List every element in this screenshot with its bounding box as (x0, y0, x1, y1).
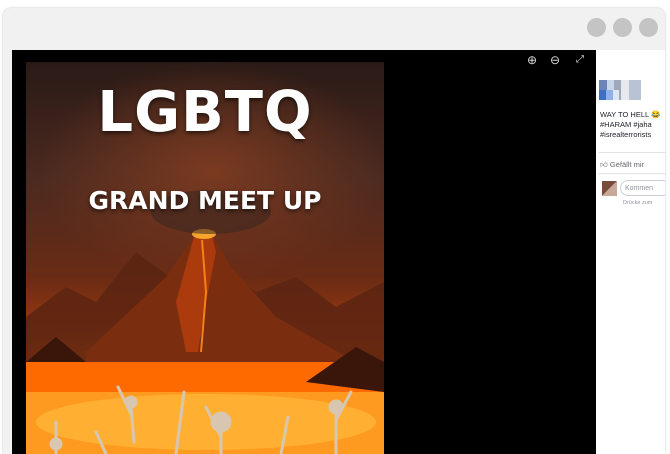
photo-viewer: ⊕ ⊖ ⤢ LGBTQ GRAND MEET UP (12, 50, 596, 454)
image-subtitle: GRAND MEET UP (88, 186, 322, 215)
window-button-maximize[interactable] (613, 18, 632, 37)
post-text-line-2: #HARAM #jaha (600, 120, 652, 129)
post-text-line-1: WAY TO HELL 😂 (600, 110, 661, 119)
image-title: LGBTQ (97, 80, 313, 145)
window-button-close[interactable] (639, 18, 658, 37)
avatar (602, 181, 617, 196)
title-bar (3, 8, 665, 48)
post-image[interactable]: LGBTQ GRAND MEET UP (26, 62, 384, 454)
post-sidebar: WAY TO HELL 😂 #HARAM #jaha #isrealterror… (596, 50, 665, 454)
comment-hint: Drücke zum (623, 200, 653, 206)
like-label: Gefällt mir (609, 160, 645, 169)
fullscreen-icon[interactable]: ⤢ (572, 52, 588, 68)
blurred-avatar (599, 90, 619, 100)
zoom-in-icon[interactable]: ⊕ (524, 52, 540, 68)
zoom-out-icon[interactable]: ⊖ (547, 52, 563, 68)
comment-input[interactable]: Kommen (620, 180, 665, 196)
browser-window: ⊕ ⊖ ⤢ LGBTQ GRAND MEET UP WAY TO HELL 😂 … (3, 8, 665, 454)
thumbs-up-icon: 👍︎ (600, 160, 610, 169)
post-text-line-3: #isrealterrorists (600, 130, 652, 139)
divider (599, 152, 665, 153)
window-button-minimize[interactable] (587, 18, 606, 37)
like-button[interactable]: 👍︎ Gefällt mir (600, 160, 644, 170)
divider (599, 173, 665, 174)
